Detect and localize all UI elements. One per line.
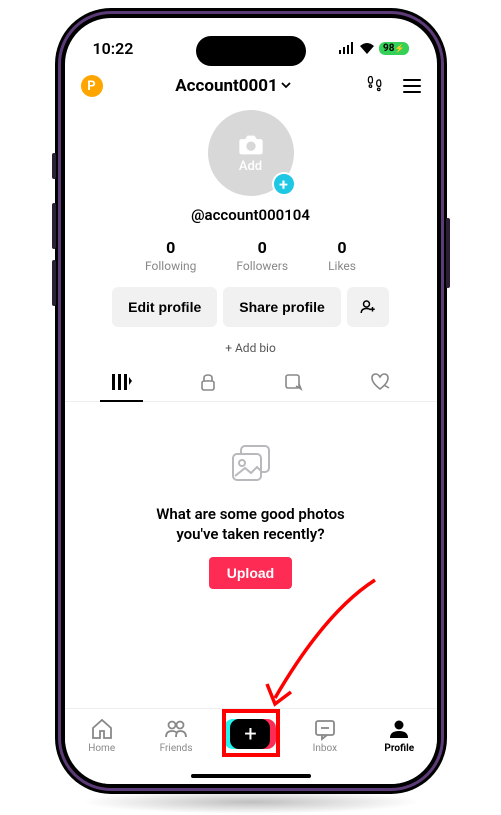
camera-icon	[237, 133, 265, 157]
tab-reposts[interactable]	[251, 373, 337, 401]
tab-liked[interactable]	[337, 373, 423, 401]
nav-home[interactable]: Home	[72, 717, 132, 754]
tab-private[interactable]	[165, 373, 251, 401]
likes-stat[interactable]: 0 Likes	[328, 238, 356, 273]
create-icon: +	[224, 717, 276, 751]
battery-icon: 98⚡	[379, 42, 408, 55]
profile-icon	[387, 717, 411, 741]
lock-icon	[199, 373, 217, 391]
following-stat[interactable]: 0 Following	[145, 238, 196, 273]
upload-button[interactable]: Upload	[209, 557, 292, 589]
add-friend-button[interactable]	[347, 287, 389, 327]
phone-notch	[196, 36, 306, 66]
share-profile-button[interactable]: Share profile	[223, 287, 341, 327]
add-bio-link[interactable]: + Add bio	[65, 341, 437, 355]
account-badge[interactable]: P	[81, 75, 103, 97]
nav-profile[interactable]: Profile	[369, 717, 429, 754]
friends-icon	[164, 717, 188, 741]
tutorial-arrow	[255, 572, 385, 722]
heart-icon	[370, 373, 390, 391]
avatar[interactable]: Add +	[208, 110, 294, 196]
signal-icon	[339, 39, 355, 58]
bottom-nav: Home Friends +	[65, 708, 437, 784]
tab-feed[interactable]	[79, 373, 165, 401]
wifi-icon	[359, 39, 375, 58]
account-switcher[interactable]: Account0001	[175, 76, 292, 96]
nav-friends[interactable]: Friends	[146, 717, 206, 754]
inbox-icon	[313, 717, 337, 741]
feed-icon	[112, 374, 132, 390]
followers-stat[interactable]: 0 Followers	[236, 238, 288, 273]
username: @account000104	[191, 206, 310, 224]
footprints-icon[interactable]	[365, 74, 385, 98]
home-indicator	[191, 774, 311, 778]
empty-state-text: What are some good photos you've taken r…	[156, 504, 345, 545]
nav-inbox[interactable]: Inbox	[295, 717, 355, 754]
stats-row: 0 Following 0 Followers 0 Likes	[65, 238, 437, 273]
menu-icon[interactable]	[403, 79, 421, 93]
nav-create[interactable]: +	[220, 717, 280, 751]
empty-state: What are some good photos you've taken r…	[65, 402, 437, 589]
avatar-add-icon[interactable]: +	[272, 172, 296, 196]
header: P Account0001	[65, 68, 437, 104]
photos-icon	[227, 442, 275, 490]
home-icon	[90, 717, 114, 741]
status-time: 10:22	[93, 39, 134, 58]
avatar-add-label: Add	[239, 159, 262, 174]
profile-tabs	[65, 373, 437, 402]
add-user-icon	[359, 298, 377, 316]
chevron-down-icon	[280, 76, 292, 96]
bookmark-icon	[284, 373, 304, 391]
edit-profile-button[interactable]: Edit profile	[112, 287, 217, 327]
